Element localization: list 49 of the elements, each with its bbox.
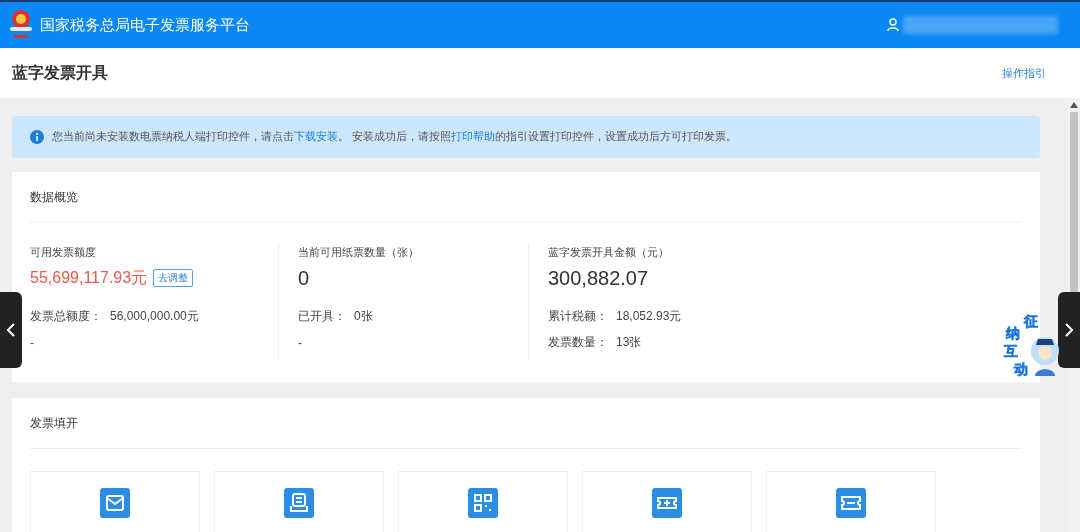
ticket-plus-icon [652,488,682,518]
detail-value: 0张 [354,308,373,325]
ticket-icon [836,488,866,518]
invoice-type-tile[interactable] [766,471,936,532]
detail-label: 发票数量： [548,334,608,351]
detail-value: 56,000,000.00元 [110,308,199,325]
invoice-type-tile[interactable] [398,471,568,532]
detail-label: 累计税额： [548,308,608,325]
detail-label: - [298,335,302,350]
guide-link[interactable]: 操作指引 [1002,65,1046,81]
detail-label: 已开具： [298,308,346,325]
card-title: 数据概览 [30,188,78,206]
stat-value: 55,699,117.93元 [30,267,148,288]
envelope-icon [100,488,130,518]
chevron-left-icon [6,322,16,338]
notice-link[interactable]: 打印帮助 [450,130,495,142]
invoice-type-tile[interactable] [30,471,200,532]
platform-title: 国家税务总局电子发票服务平台 [40,15,250,35]
detail-label: 发票总额度： [30,308,102,325]
badge-char: 互 [1004,344,1018,358]
stat-label: 蓝字发票开具金额（元） [548,245,670,260]
assistant-badge[interactable]: 征 纳 互 动 [1000,312,1062,380]
notice-text: 您当前尚未安装数电票纳税人端打印控件，请点击下载安装。 安装成功后，请按照打印帮助的指引设置打印控件，设置成功后方可打印发票。 [52,130,737,144]
scroll-up-icon[interactable] [1070,102,1078,108]
badge-char: 纳 [1006,326,1020,340]
receipt-icon [284,488,314,518]
stat-value: 300,882.07 [548,266,649,290]
stat-label: 可用发票额度 [30,245,97,260]
page-title: 蓝字发票开具 [12,62,108,83]
badge-char: 征 [1024,314,1038,328]
invoice-type-tile[interactable] [214,471,384,532]
qr-icon [468,488,498,518]
stat-value: 0 [298,266,310,290]
detail-label: - [30,335,34,350]
previous-button[interactable] [0,292,22,368]
officer-figure-icon [1030,336,1060,376]
detail-value: 18,052.93元 [616,308,682,325]
next-button[interactable] [1058,292,1080,368]
badge-char: 动 [1014,362,1028,376]
info-icon [30,130,44,144]
notice-link[interactable]: 下载安装 [294,130,338,142]
chevron-right-icon [1064,322,1074,338]
stat-label: 当前可用纸票数量（张） [298,245,420,260]
user-icon[interactable] [887,18,899,32]
adjust-button[interactable]: 去调整 [153,269,194,287]
card-title: 发票填开 [30,414,78,432]
detail-value: 13张 [616,334,642,351]
scrollbar-thumb[interactable] [1070,112,1078,292]
invoice-type-tile[interactable] [582,471,752,532]
